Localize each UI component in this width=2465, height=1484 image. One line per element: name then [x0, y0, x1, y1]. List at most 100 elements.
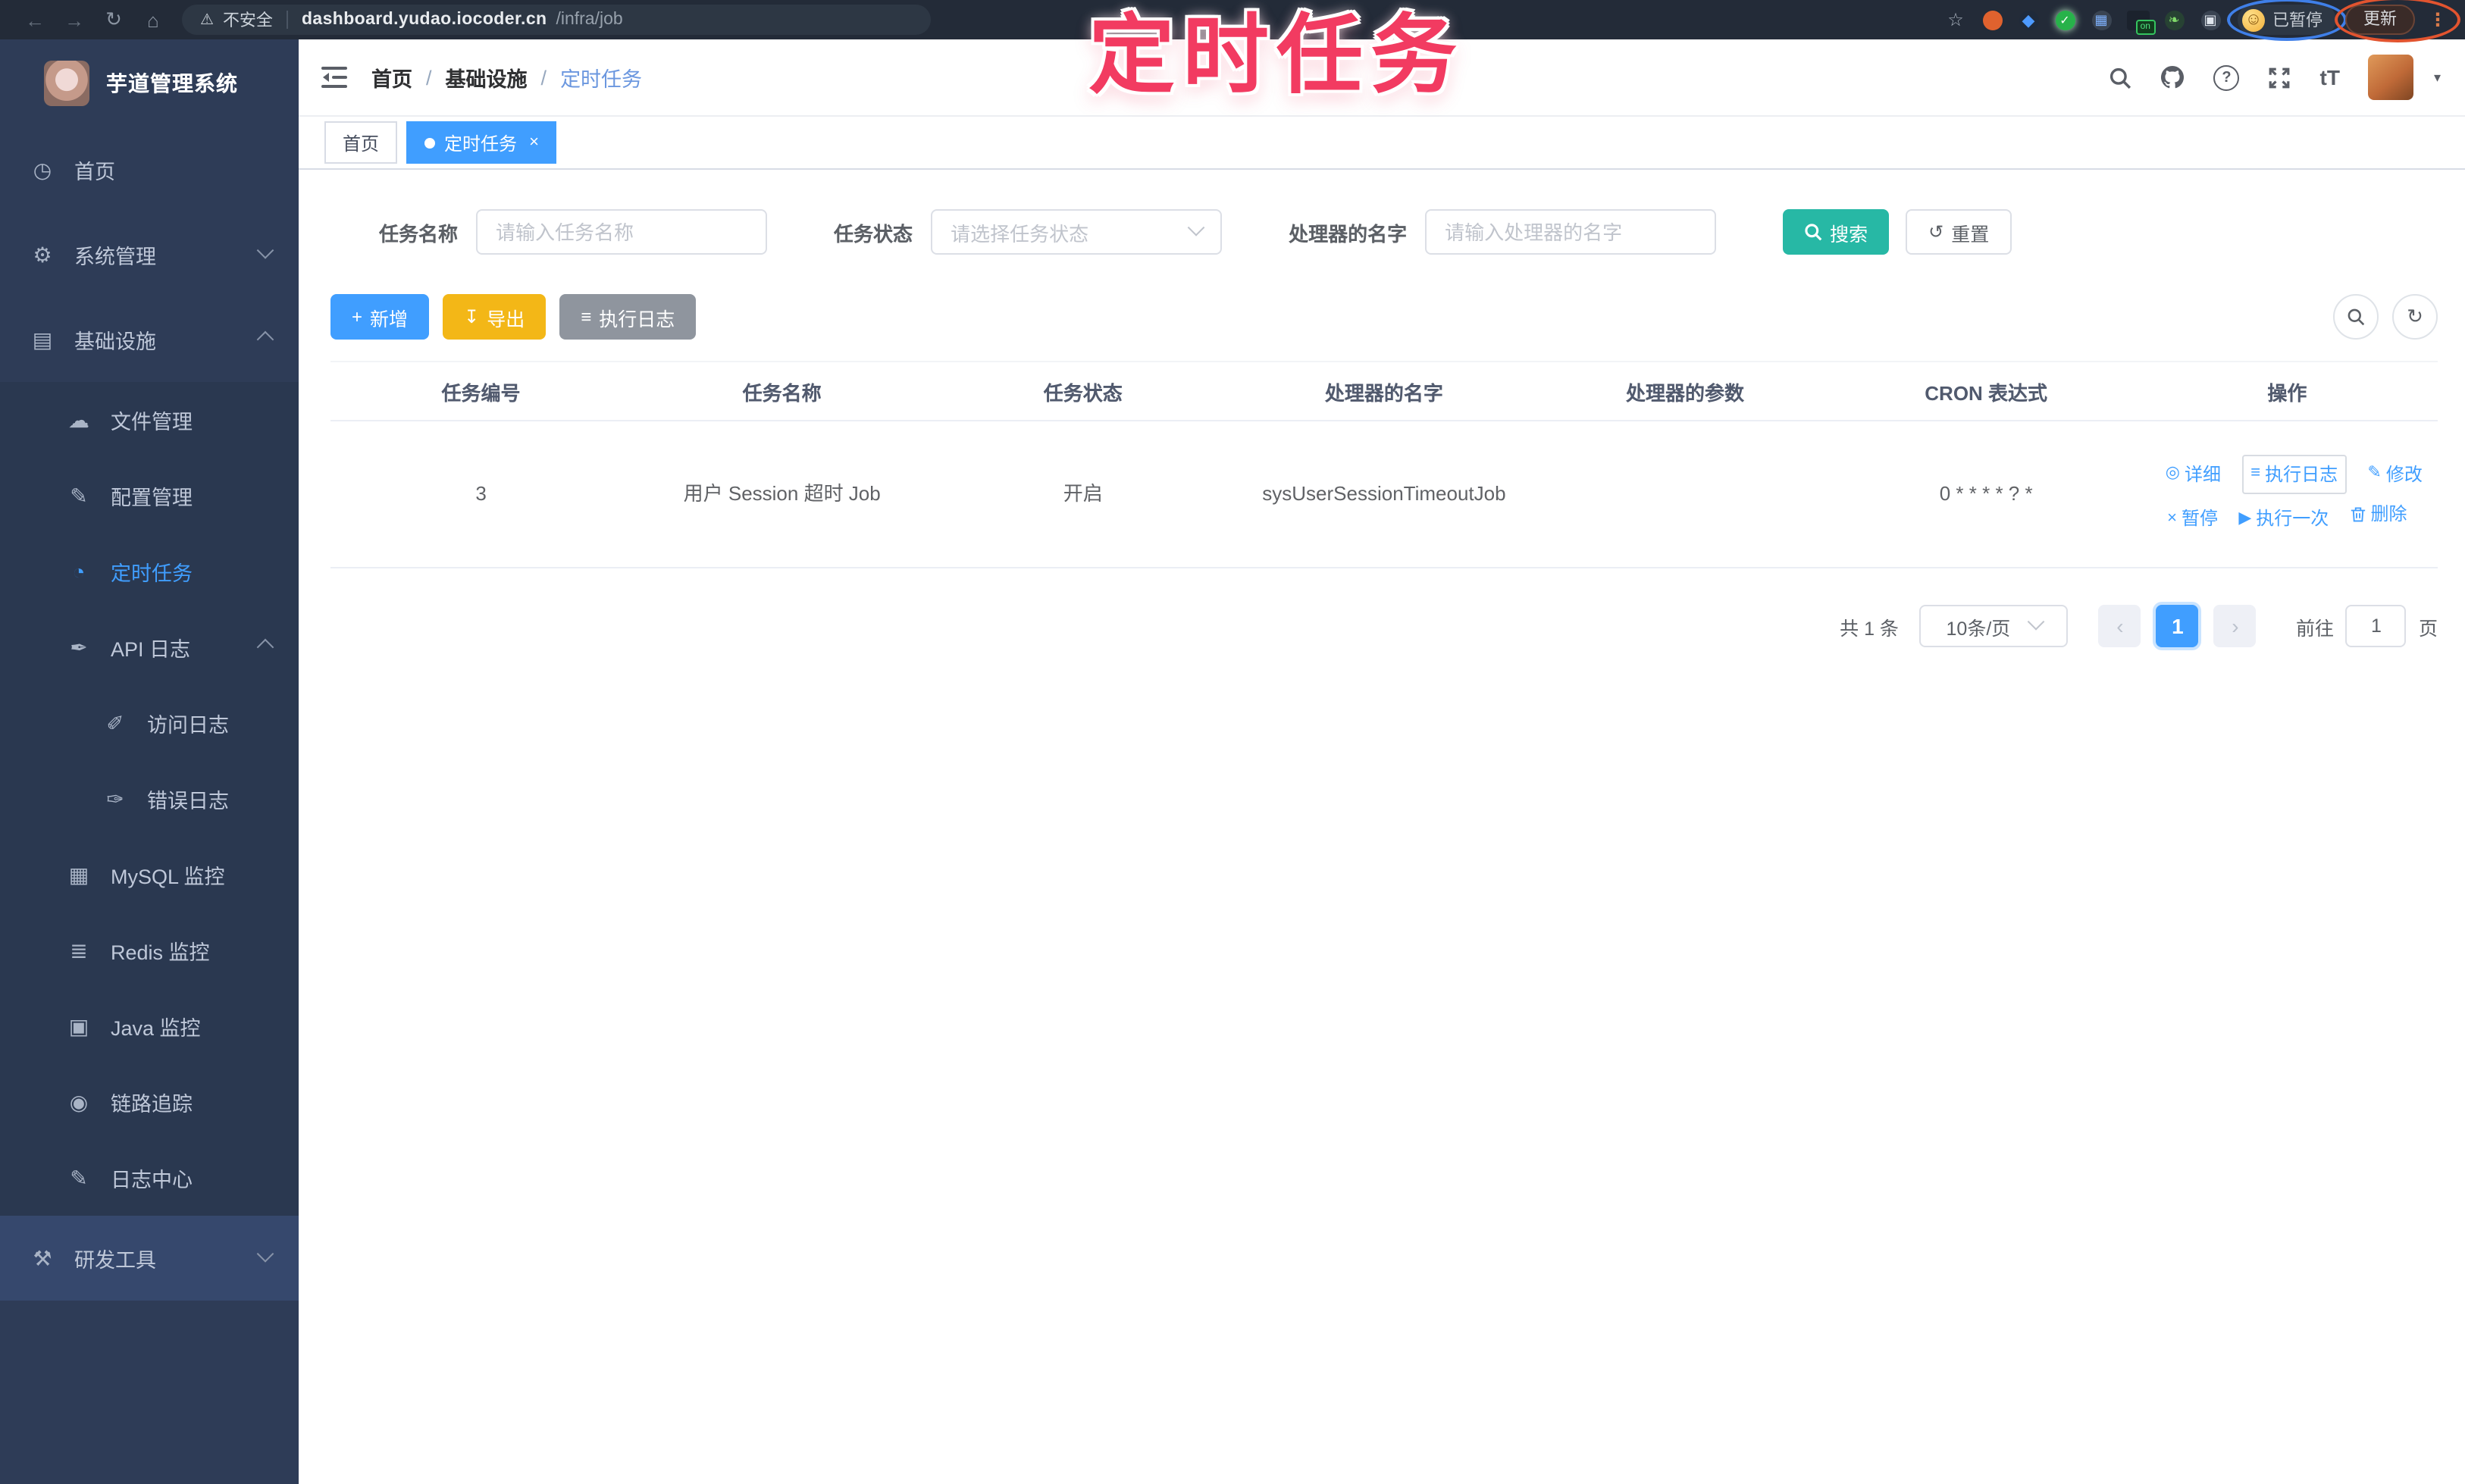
sidebar-item-trace[interactable]: ◉ 链路追踪: [0, 1064, 299, 1140]
ext-on-icon[interactable]: on: [2119, 5, 2156, 35]
modify-link[interactable]: ✎ 修改: [2367, 459, 2422, 490]
ext-puzzle-icon[interactable]: ▣: [2192, 5, 2229, 35]
tab-home[interactable]: 首页: [324, 121, 398, 164]
address-bar[interactable]: ⚠ 不安全 dashboard.yudao.iocoder.cn/infra/j…: [182, 5, 931, 35]
search-icon[interactable]: [2110, 66, 2132, 89]
tags-view-bar: 首页 定时任务 ×: [299, 117, 2465, 170]
cell-handler-param: [1534, 421, 1836, 568]
gear-icon: ⚙: [33, 242, 52, 266]
toggle-search-button[interactable]: [2333, 294, 2379, 340]
current-page-button[interactable]: 1: [2156, 605, 2199, 647]
ext-green-icon[interactable]: ✓: [2047, 5, 2083, 35]
table-header-row: 任务编号 任务名称 任务状态 处理器的名字 处理器的参数 CRON 表达式 操作: [330, 361, 2438, 421]
collapse-sidebar-icon[interactable]: [321, 67, 347, 88]
url-divider: [286, 11, 288, 29]
browser-menu-icon[interactable]: ⋮: [2429, 9, 2447, 30]
refresh-button[interactable]: ↻: [2392, 294, 2438, 340]
not-secure-label: 不安全: [222, 12, 273, 30]
table-row: 3 用户 Session 超时 Job 开启 sysUserSessionTim…: [330, 421, 2438, 568]
fullscreen-icon[interactable]: [2269, 66, 2291, 89]
github-icon[interactable]: [2161, 65, 2185, 89]
user-menu-caret-icon[interactable]: ▾: [2434, 69, 2441, 86]
reset-icon: ↺: [1928, 221, 1944, 243]
sidebar-item-error-log[interactable]: ✑ 错误日志: [0, 761, 299, 837]
sidebar-item-label: 文件管理: [111, 411, 193, 434]
app-logo: [44, 61, 89, 106]
ext-orange-icon[interactable]: [1974, 5, 2010, 35]
paused-extension-badge[interactable]: ☺ 已暂停: [2227, 0, 2347, 41]
pagination: 共 1 条 10条/页 ‹ 1 › 前往 页: [330, 605, 2438, 647]
sidebar-item-log-center[interactable]: ✎ 日志中心: [0, 1140, 299, 1216]
mysql-monitor-icon: ▦: [68, 862, 89, 886]
annotation-title: 定时任务: [1088, 8, 1464, 105]
export-button[interactable]: ↧ 导出: [443, 294, 547, 340]
not-secure-warning-icon: ⚠: [200, 11, 214, 28]
sidebar-item-label: 研发工具: [74, 1249, 156, 1272]
home-icon[interactable]: ⌂: [133, 8, 173, 31]
download-icon: ↧: [464, 306, 480, 327]
trash-icon: [2351, 506, 2365, 521]
reset-button[interactable]: ↺ 重置: [1906, 209, 2012, 255]
delete-link[interactable]: 删除: [2350, 499, 2407, 530]
ext-grid-icon[interactable]: ▦: [2083, 5, 2119, 35]
exec-log-link[interactable]: ≡ 执行日志: [2241, 454, 2348, 494]
browser-update-button[interactable]: 更新: [2345, 5, 2415, 35]
sidebar-item-api-log[interactable]: ✒ API 日志: [0, 609, 299, 685]
goto-page-input[interactable]: [2345, 605, 2407, 647]
prev-page-button[interactable]: ‹: [2098, 605, 2141, 647]
bookmark-star-icon[interactable]: ☆: [1937, 5, 1974, 35]
breadcrumb-infra[interactable]: 基础设施: [446, 62, 528, 92]
pencil-icon: ✎: [2367, 464, 2382, 483]
tab-job[interactable]: 定时任务 ×: [406, 121, 557, 164]
close-tab-icon[interactable]: ×: [529, 133, 539, 152]
detail-link[interactable]: ◎ 详细: [2166, 459, 2221, 490]
ext-leaf-icon[interactable]: ❧: [2156, 5, 2192, 35]
sidebar-item-system[interactable]: ⚙ 系统管理: [0, 212, 299, 297]
task-name-input[interactable]: [476, 209, 768, 255]
sidebar-item-job[interactable]: ◔ 定时任务: [0, 534, 299, 609]
url-path: /infra/job: [556, 11, 623, 29]
user-avatar[interactable]: [2368, 55, 2414, 100]
cell-task-name: 用户 Session 超时 Job: [631, 421, 933, 568]
main-area: 首页 / 基础设施 / 定时任务 ? tT ▾ 首页 定时任务 × 任务名称 请…: [299, 39, 2465, 1484]
table-toolbar: + 新增 ↧ 导出 ≡ 执行日志 ↻: [330, 294, 2438, 340]
pause-link[interactable]: × 暂停: [2167, 503, 2218, 534]
ext-gem-icon[interactable]: ◆: [2010, 5, 2047, 35]
cloud-upload-icon: ☁: [68, 407, 89, 431]
sidebar-item-redis[interactable]: ≣ Redis 监控: [0, 913, 299, 988]
forward-icon[interactable]: →: [55, 8, 94, 31]
select-placeholder: 请选择任务状态: [951, 222, 1089, 245]
chevron-down-icon: [2027, 613, 2045, 631]
error-log-icon: ✑: [106, 786, 124, 810]
task-status-select[interactable]: 请选择任务状态: [931, 209, 1223, 255]
col-task-id: 任务编号: [330, 361, 632, 421]
back-icon[interactable]: ←: [15, 8, 55, 31]
sidebar-item-java[interactable]: ▣ Java 监控: [0, 988, 299, 1064]
timer-icon: ◔: [72, 559, 86, 584]
chevron-up-icon: [256, 330, 274, 349]
font-size-icon[interactable]: tT: [2320, 65, 2340, 89]
add-button[interactable]: + 新增: [330, 294, 430, 340]
sidebar-item-file[interactable]: ☁ 文件管理: [0, 382, 299, 458]
job-table: 任务编号 任务名称 任务状态 处理器的名字 处理器的参数 CRON 表达式 操作…: [330, 361, 2438, 568]
paused-label: 已暂停: [2272, 12, 2322, 30]
next-page-button[interactable]: ›: [2213, 605, 2257, 647]
sidebar-item-infra[interactable]: ▤ 基础设施: [0, 297, 299, 382]
filter-handler-name: 处理器的名字: [1289, 209, 1717, 255]
sidebar-item-mysql[interactable]: ▦ MySQL 监控: [0, 837, 299, 913]
page-size-select[interactable]: 10条/页: [1919, 605, 2069, 647]
run-once-link[interactable]: ▶ 执行一次: [2238, 503, 2329, 534]
reload-icon[interactable]: ↻: [94, 8, 133, 32]
exec-log-button[interactable]: ≡ 执行日志: [559, 294, 697, 340]
sidebar-item-dev-tools[interactable]: ⚒ 研发工具: [0, 1216, 299, 1301]
help-icon[interactable]: ?: [2213, 64, 2240, 90]
handler-name-input[interactable]: [1425, 209, 1717, 255]
search-button[interactable]: 搜索: [1783, 209, 1890, 255]
sidebar-item-access-log[interactable]: ✐ 访问日志: [0, 685, 299, 761]
sidebar-item-config[interactable]: ✎ 配置管理: [0, 458, 299, 534]
chevron-down-icon: [256, 1245, 274, 1263]
sidebar-item-home[interactable]: ◷ 首页: [0, 127, 299, 212]
cell-task-status: 开启: [932, 421, 1234, 568]
filter-task-name: 任务名称: [379, 209, 768, 255]
breadcrumb-home[interactable]: 首页: [371, 62, 412, 92]
